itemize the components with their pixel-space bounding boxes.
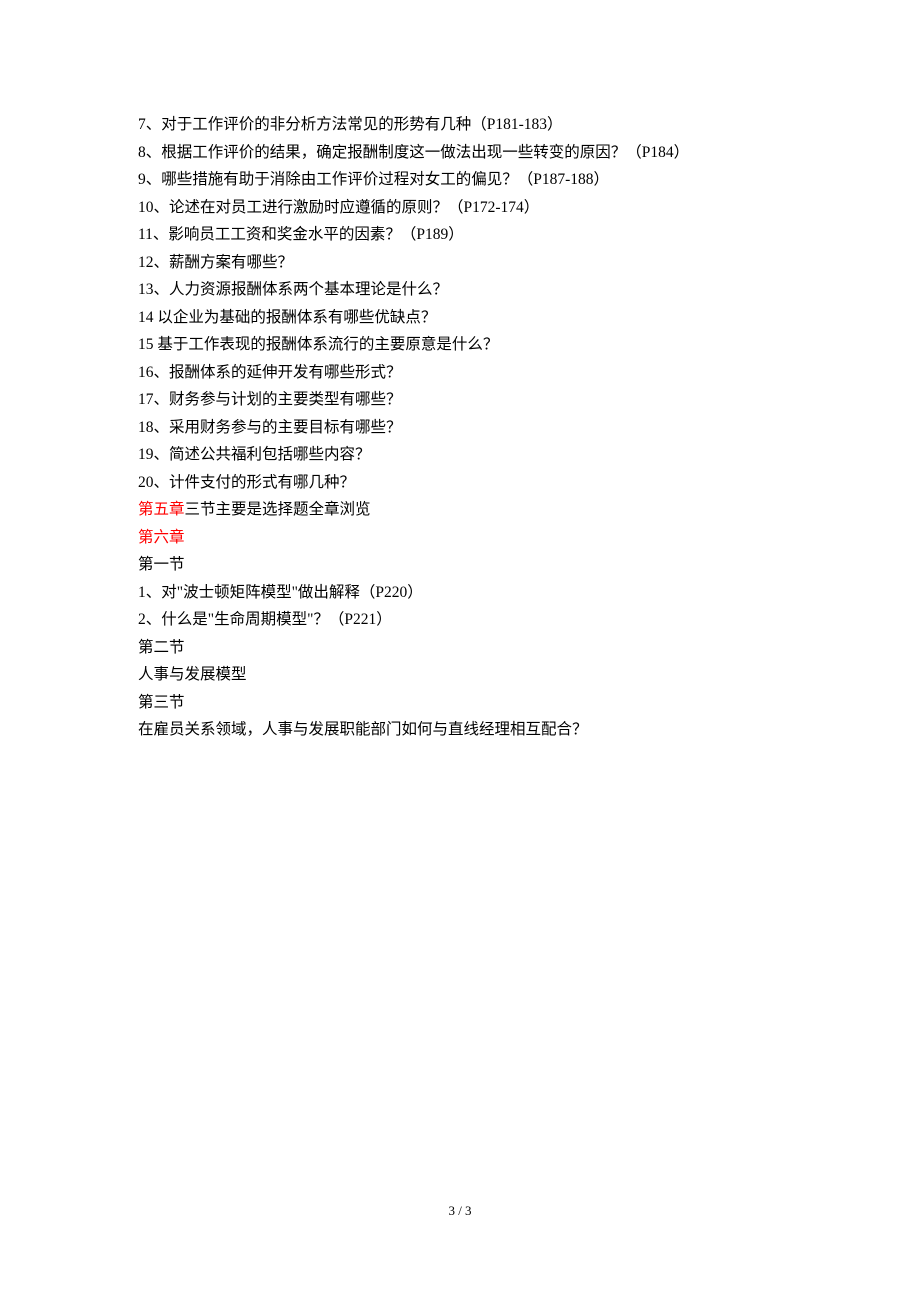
list-item: 10、论述在对员工进行激励时应遵循的原则？（P172-174） bbox=[138, 194, 810, 222]
list-item: 在雇员关系领域，人事与发展职能部门如何与直线经理相互配合？ bbox=[138, 716, 810, 744]
list-item: 20、计件支付的形式有哪几种？ bbox=[138, 469, 810, 497]
chapter-label: 第六章 bbox=[138, 529, 185, 546]
page-number: 3 / 3 bbox=[0, 1197, 920, 1302]
list-item: 11、影响员工工资和奖金水平的因素？（P189） bbox=[138, 221, 810, 249]
list-item: 8、根据工作评价的结果，确定报酬制度这一做法出现一些转变的原因？（P184） bbox=[138, 139, 810, 167]
chapter-label: 第五章 bbox=[138, 501, 185, 518]
section-heading: 第三节 bbox=[138, 689, 810, 717]
list-item: 18、采用财务参与的主要目标有哪些？ bbox=[138, 414, 810, 442]
list-item: 15 基于工作表现的报酬体系流行的主要原意是什么？ bbox=[138, 331, 810, 359]
list-item: 19、简述公共福利包括哪些内容？ bbox=[138, 441, 810, 469]
document-body: 7、对于工作评价的非分析方法常见的形势有几种（P181-183） 8、根据工作评… bbox=[0, 0, 920, 744]
chapter-text: 三节主要是选择题全章浏览 bbox=[185, 501, 371, 518]
list-item: 1、对"波士顿矩阵模型"做出解释（P220） bbox=[138, 579, 810, 607]
list-item: 12、薪酬方案有哪些？ bbox=[138, 249, 810, 277]
list-item: 人事与发展模型 bbox=[138, 661, 810, 689]
list-item: 17、财务参与计划的主要类型有哪些？ bbox=[138, 386, 810, 414]
list-item: 13、人力资源报酬体系两个基本理论是什么？ bbox=[138, 276, 810, 304]
list-item: 2、什么是"生命周期模型"？（P221） bbox=[138, 606, 810, 634]
section-heading: 第一节 bbox=[138, 551, 810, 579]
list-item: 14 以企业为基础的报酬体系有哪些优缺点？ bbox=[138, 304, 810, 332]
list-item: 9、哪些措施有助于消除由工作评价过程对女工的偏见？（P187-188） bbox=[138, 166, 810, 194]
chapter-five-heading: 第五章三节主要是选择题全章浏览 bbox=[138, 496, 810, 524]
list-item: 7、对于工作评价的非分析方法常见的形势有几种（P181-183） bbox=[138, 111, 810, 139]
section-heading: 第二节 bbox=[138, 634, 810, 662]
chapter-six-heading: 第六章 bbox=[138, 524, 810, 552]
list-item: 16、报酬体系的延伸开发有哪些形式？ bbox=[138, 359, 810, 387]
